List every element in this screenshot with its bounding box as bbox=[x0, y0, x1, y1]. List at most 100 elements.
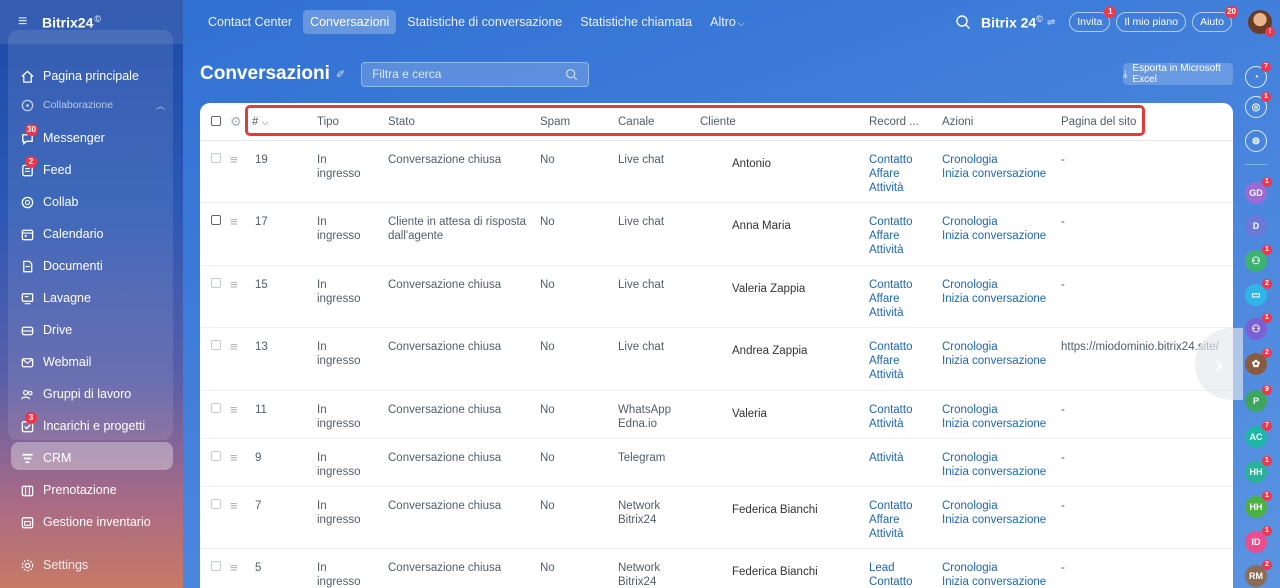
chat-avatar[interactable]: ID 1 bbox=[1245, 526, 1272, 553]
sidebar-item-messenger[interactable]: Messenger 30 bbox=[0, 122, 183, 154]
pin-icon[interactable]: ✐ bbox=[336, 68, 345, 81]
sidebar-item-gruppi-di-lavoro[interactable]: Gruppi di lavoro bbox=[0, 378, 183, 410]
record-link[interactable]: Affare bbox=[869, 513, 912, 527]
chat-avatar[interactable]: P9 bbox=[1245, 385, 1272, 412]
drag-handle-icon[interactable]: ≡ bbox=[230, 340, 238, 355]
action-link[interactable]: Cronologia bbox=[942, 451, 1046, 465]
drag-handle-icon[interactable]: ≡ bbox=[230, 499, 238, 514]
sidebar-item-incarichi-e-progetti[interactable]: Incarichi e progetti 3 bbox=[0, 410, 183, 442]
sidebar-item-lavagne[interactable]: Lavagne bbox=[0, 282, 183, 314]
table-row[interactable]: ≡ 15 In ingresso Conversazione chiusa No Live… bbox=[200, 266, 1233, 328]
copilot-icon[interactable]: ◎ 1 bbox=[1245, 92, 1271, 118]
action-link[interactable]: Inizia conversazione bbox=[942, 417, 1046, 431]
row-checkbox[interactable] bbox=[211, 403, 221, 417]
record-link[interactable]: Attività bbox=[869, 306, 912, 320]
record-link[interactable]: Affare bbox=[869, 229, 912, 243]
sidebar-item-pagina-principale[interactable]: Pagina principale bbox=[0, 60, 183, 92]
sidebar-item-collab[interactable]: Collab bbox=[0, 186, 183, 218]
row-checkbox[interactable] bbox=[211, 278, 221, 292]
action-link[interactable]: Cronologia bbox=[942, 340, 1046, 354]
record-link[interactable]: Affare bbox=[869, 354, 912, 368]
chat-search-icon[interactable]: ⊜ bbox=[1245, 130, 1267, 152]
sidebar-item-crm[interactable]: CRM bbox=[0, 442, 183, 474]
row-checkbox[interactable] bbox=[211, 451, 221, 465]
table-row[interactable]: ≡ 7 In ingresso Conversazione chiusa No Netwo… bbox=[200, 487, 1233, 549]
drag-handle-icon[interactable]: ≡ bbox=[230, 278, 238, 293]
row-checkbox[interactable] bbox=[211, 215, 221, 229]
record-link[interactable]: Attività bbox=[869, 243, 912, 257]
action-link[interactable]: Inizia conversazione bbox=[942, 513, 1046, 527]
header-logo[interactable]: Bitrix 24© bbox=[981, 14, 1043, 31]
record-link[interactable]: Attività bbox=[869, 181, 912, 195]
chevron-up-icon[interactable]: ︿ bbox=[156, 99, 165, 112]
sidebar-logo[interactable]: Bitrix24© bbox=[42, 14, 101, 31]
my-plan-button[interactable]: Il mio piano bbox=[1116, 12, 1187, 32]
sidebar-item-prenotazione[interactable]: Prenotazione bbox=[0, 474, 183, 506]
drag-handle-icon[interactable]: ≡ bbox=[230, 215, 238, 230]
action-link[interactable]: Cronologia bbox=[942, 561, 1046, 575]
table-row[interactable]: ≡ 17 In ingresso Cliente in attesa di rispo… bbox=[200, 203, 1233, 266]
table-row[interactable]: ≡ 13 In ingresso Conversazione chiusa No Live… bbox=[200, 328, 1233, 391]
record-link[interactable]: Affare bbox=[869, 292, 912, 306]
gear-icon[interactable]: ⚙ bbox=[230, 114, 242, 130]
search-icon[interactable] bbox=[565, 68, 578, 81]
sidebar-item-webmail[interactable]: Webmail bbox=[0, 346, 183, 378]
help-button[interactable]: Aiuto 20 bbox=[1192, 6, 1238, 32]
chat-avatar[interactable]: HH 1 bbox=[1245, 491, 1272, 518]
row-checkbox[interactable] bbox=[211, 561, 221, 575]
table-row[interactable]: ≡ 19 In ingresso Conversazione chiusa No Live… bbox=[200, 141, 1233, 203]
sidebar-item-gestione-inventario[interactable]: Gestione inventario bbox=[0, 506, 183, 538]
record-link[interactable]: Contatto bbox=[869, 153, 912, 167]
action-link[interactable]: Cronologia bbox=[942, 403, 1046, 417]
record-link[interactable]: Attività bbox=[869, 368, 912, 382]
sidebar-item-collaborazione[interactable]: Collaborazione ︿ bbox=[0, 90, 183, 120]
sidebar-item-settings[interactable]: Settings bbox=[0, 549, 183, 581]
action-link[interactable]: Inizia conversazione bbox=[942, 229, 1046, 243]
sidebar-item-feed[interactable]: Feed 2 bbox=[0, 154, 183, 186]
group-chat-icon[interactable]: ⚇ 1 bbox=[1245, 245, 1272, 272]
table-row[interactable]: ≡ 11 In ingresso Conversazione chiusa No What… bbox=[200, 391, 1233, 439]
bell-icon[interactable]: ◔ 7 bbox=[1245, 62, 1271, 88]
search-icon[interactable] bbox=[955, 14, 971, 30]
tab-altro[interactable]: Altro ⌵ bbox=[703, 10, 752, 34]
filter-search-input[interactable]: Filtra e cerca bbox=[361, 61, 590, 87]
action-link[interactable]: Inizia conversazione bbox=[942, 292, 1046, 306]
record-link[interactable]: Contatto bbox=[869, 215, 912, 229]
chat-avatar[interactable]: RM 2 bbox=[1245, 560, 1272, 587]
user-avatar[interactable]: ! bbox=[1248, 10, 1275, 37]
drag-handle-icon[interactable]: ≡ bbox=[230, 153, 238, 168]
chat-avatar[interactable]: HH 1 bbox=[1245, 456, 1272, 483]
action-link[interactable]: Cronologia bbox=[942, 278, 1046, 292]
tab-statistiche-chiamata[interactable]: Statistiche chiamata bbox=[573, 10, 699, 34]
sidebar-item-drive[interactable]: Drive bbox=[0, 314, 183, 346]
tab-conversazioni[interactable]: Conversazioni bbox=[303, 10, 397, 34]
drag-handle-icon[interactable]: ≡ bbox=[230, 403, 238, 418]
clock-icon[interactable]: ⇌ bbox=[1047, 17, 1055, 28]
action-link[interactable]: Inizia conversazione bbox=[942, 167, 1046, 181]
group-chat-icon[interactable]: ⚇ 1 bbox=[1245, 313, 1272, 340]
action-link[interactable]: Cronologia bbox=[942, 499, 1046, 513]
record-link[interactable]: Attività bbox=[869, 451, 904, 465]
export-excel-button[interactable]: ⤓ Esporta in Microsoft Excel bbox=[1123, 63, 1233, 85]
tab-contact-center[interactable]: Contact Center bbox=[201, 10, 299, 34]
chat-avatar[interactable]: AC 7 bbox=[1245, 421, 1272, 448]
chat-icon[interactable]: ▭ 2 bbox=[1245, 279, 1272, 306]
record-link[interactable]: Contatto bbox=[869, 340, 912, 354]
action-link[interactable]: Cronologia bbox=[942, 215, 1046, 229]
sidebar-item-documenti[interactable]: Documenti bbox=[0, 250, 183, 282]
record-link[interactable]: Contatto bbox=[869, 499, 912, 513]
action-link[interactable]: Cronologia bbox=[942, 153, 1046, 167]
tab-statistiche-conversazione[interactable]: Statistiche di conversazione bbox=[400, 10, 569, 34]
row-checkbox[interactable] bbox=[211, 499, 221, 513]
table-row[interactable]: ≡ 9 In ingresso Conversazione chiusa No Teleg… bbox=[200, 439, 1233, 487]
record-link[interactable]: Attività bbox=[869, 527, 912, 541]
action-link[interactable]: Inizia conversazione bbox=[942, 575, 1046, 588]
record-link[interactable]: Contatto bbox=[869, 278, 912, 292]
record-link[interactable]: Contatto bbox=[869, 575, 912, 588]
record-link[interactable]: Affare bbox=[869, 167, 912, 181]
row-checkbox[interactable] bbox=[211, 153, 221, 167]
table-row[interactable]: ≡ 5 In ingresso Conversazione chiusa No Netwo… bbox=[200, 549, 1233, 588]
record-link[interactable]: Contatto bbox=[869, 403, 912, 417]
row-checkbox[interactable] bbox=[211, 340, 221, 354]
chat-avatar[interactable]: GD 1 bbox=[1245, 177, 1272, 204]
